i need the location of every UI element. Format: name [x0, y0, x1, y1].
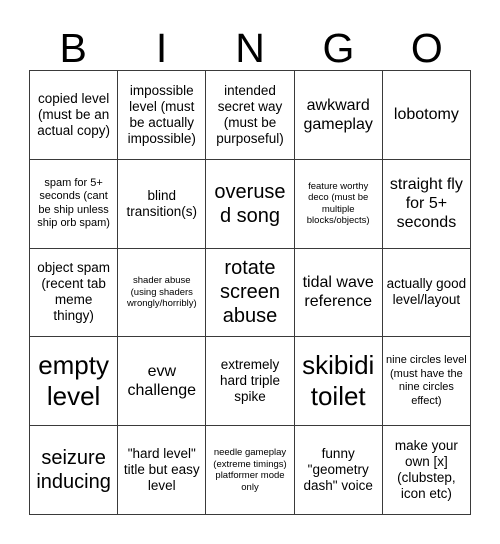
- bingo-cell[interactable]: "hard level" title but easy level: [118, 426, 207, 515]
- bingo-cell-label: rotate screen abuse: [219, 257, 280, 328]
- bingo-cell[interactable]: needle gameplay (extreme timings) platfo…: [206, 426, 295, 515]
- bingo-cell-label: lobotomy: [393, 106, 459, 124]
- bingo-cell-label: straight fly for 5+ seconds: [389, 176, 463, 232]
- header-letter-b: B: [59, 25, 87, 71]
- bingo-cell[interactable]: straight fly for 5+ seconds: [382, 159, 471, 249]
- bingo-cell-label: spam for 5+ seconds (cant be ship unless…: [37, 176, 110, 230]
- bingo-cell[interactable]: extremely hard triple spike: [206, 337, 295, 427]
- bingo-cell[interactable]: tidal wave reference: [294, 248, 383, 338]
- bingo-cell[interactable]: impossible level (must be actually impos…: [118, 71, 207, 160]
- bingo-cell-label: object spam (recent tab meme thingy): [37, 260, 110, 324]
- bingo-cell-label: copied level (must be an actual copy): [37, 90, 110, 138]
- bingo-cell[interactable]: seizure inducing: [30, 426, 119, 515]
- bingo-cell-label: seizure inducing: [36, 447, 111, 494]
- bingo-cell-label: impossible level (must be actually impos…: [127, 82, 196, 146]
- bingo-cell[interactable]: copied level (must be an actual copy): [30, 71, 119, 160]
- bingo-cell-label: "hard level" title but easy level: [123, 446, 200, 494]
- bingo-cell[interactable]: skibidi toilet: [294, 337, 383, 427]
- bingo-cell-label: shader abuse (using shaders wrongly/horr…: [126, 275, 197, 310]
- bingo-cell[interactable]: feature worthy deco (must be multiple bl…: [294, 159, 383, 249]
- bingo-grid: copied level (must be an actual copy) im…: [29, 70, 471, 515]
- header-letter-n: N: [235, 25, 265, 71]
- bingo-cell-label: needle gameplay (extreme timings) platfo…: [213, 447, 287, 493]
- bingo-cell[interactable]: evw challenge: [118, 337, 207, 427]
- header-letter-o: O: [410, 25, 443, 71]
- header-letter-g: G: [322, 25, 355, 71]
- bingo-cell-label: empty level: [38, 350, 109, 412]
- bingo-cell-label: overused song: [214, 180, 286, 227]
- bingo-header-row: B I N G O: [29, 20, 471, 70]
- bingo-cell[interactable]: nine circles level (must have the nine c…: [382, 337, 471, 427]
- bingo-cell[interactable]: spam for 5+ seconds (cant be ship unless…: [30, 159, 119, 249]
- bingo-cell[interactable]: awkward gameplay: [294, 71, 383, 160]
- bingo-cell-label: feature worthy deco (must be multiple bl…: [306, 180, 370, 227]
- bingo-cell[interactable]: lobotomy: [382, 71, 471, 160]
- bingo-cell[interactable]: blind transition(s): [118, 159, 207, 249]
- bingo-cell-label: funny "geometry dash" voice: [303, 446, 373, 494]
- bingo-cell-label: nine circles level (must have the nine c…: [386, 354, 467, 407]
- bingo-cell-label: extremely hard triple spike: [219, 357, 281, 405]
- bingo-cell[interactable]: funny "geometry dash" voice: [294, 426, 383, 515]
- bingo-cell-label: evw challenge: [127, 363, 197, 400]
- bingo-cell[interactable]: object spam (recent tab meme thingy): [30, 248, 119, 338]
- bingo-cell-label: intended secret way (must be purposeful): [216, 82, 284, 146]
- bingo-cell-label: skibidi toilet: [302, 350, 375, 412]
- bingo-cell-label: actually good level/layout: [386, 276, 467, 308]
- header-letter-i: I: [155, 25, 168, 71]
- bingo-cell-label: awkward gameplay: [303, 96, 373, 133]
- bingo-cell[interactable]: rotate screen abuse: [206, 248, 295, 338]
- bingo-card: B I N G O copied level (must be an actua…: [0, 0, 500, 544]
- bingo-cell-label: tidal wave reference: [302, 274, 374, 311]
- bingo-cell[interactable]: intended secret way (must be purposeful): [206, 71, 295, 160]
- bingo-cell[interactable]: make your own [x] (clubstep, icon etc): [382, 426, 471, 515]
- bingo-cell[interactable]: shader abuse (using shaders wrongly/horr…: [118, 248, 207, 338]
- bingo-cell[interactable]: actually good level/layout: [382, 248, 471, 338]
- bingo-cell[interactable]: empty level: [30, 337, 119, 427]
- bingo-cell-label: blind transition(s): [126, 187, 198, 219]
- bingo-cell-label: make your own [x] (clubstep, icon etc): [394, 438, 458, 502]
- bingo-cell[interactable]: overused song: [206, 159, 295, 249]
